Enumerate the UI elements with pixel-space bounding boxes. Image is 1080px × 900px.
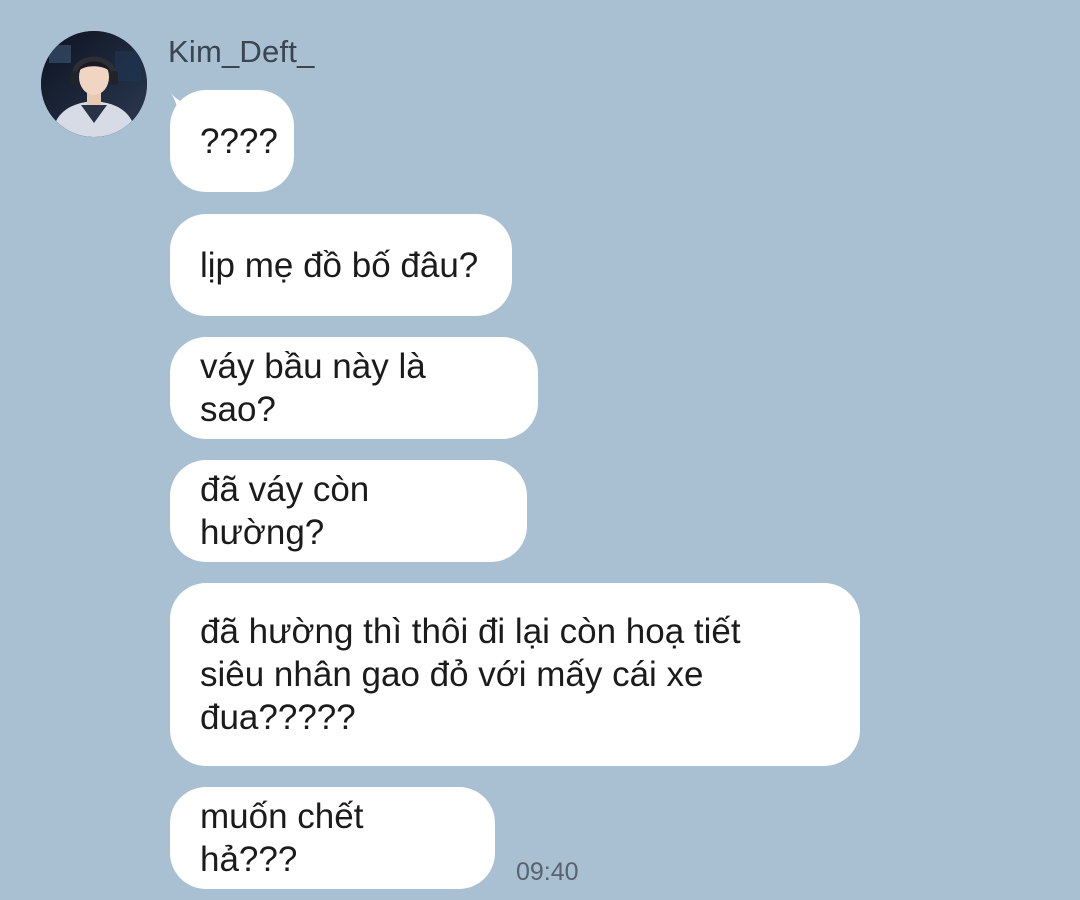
avatar[interactable] — [41, 31, 147, 137]
avatar-photo-icon — [41, 31, 147, 137]
message-bubble[interactable]: muốn chết hả??? — [170, 787, 495, 889]
message-text: muốn chết hả??? — [200, 797, 364, 879]
message-text: ???? — [200, 121, 278, 161]
chat-thread: Kim_Deft_ ???? lịp mẹ đồ bố đâu? váy bầu… — [0, 0, 1080, 900]
message-text: đã hường thì thôi đi lại còn hoạ tiết si… — [200, 612, 741, 737]
sender-name: Kim_Deft_ — [168, 34, 315, 69]
message-bubble[interactable]: váy bầu này là sao? — [170, 337, 538, 439]
message-bubble[interactable]: đã váy còn hường? — [170, 460, 527, 562]
message-text: lịp mẹ đồ bố đâu? — [200, 245, 479, 285]
message-bubble[interactable]: ???? — [170, 90, 294, 192]
message-text: đã váy còn hường? — [200, 470, 370, 552]
message-timestamp: 09:40 — [516, 858, 579, 886]
message-bubble[interactable]: lịp mẹ đồ bố đâu? — [170, 214, 512, 316]
message-text: váy bầu này là sao? — [200, 347, 426, 429]
message-bubble[interactable]: đã hường thì thôi đi lại còn hoạ tiết si… — [170, 583, 860, 766]
